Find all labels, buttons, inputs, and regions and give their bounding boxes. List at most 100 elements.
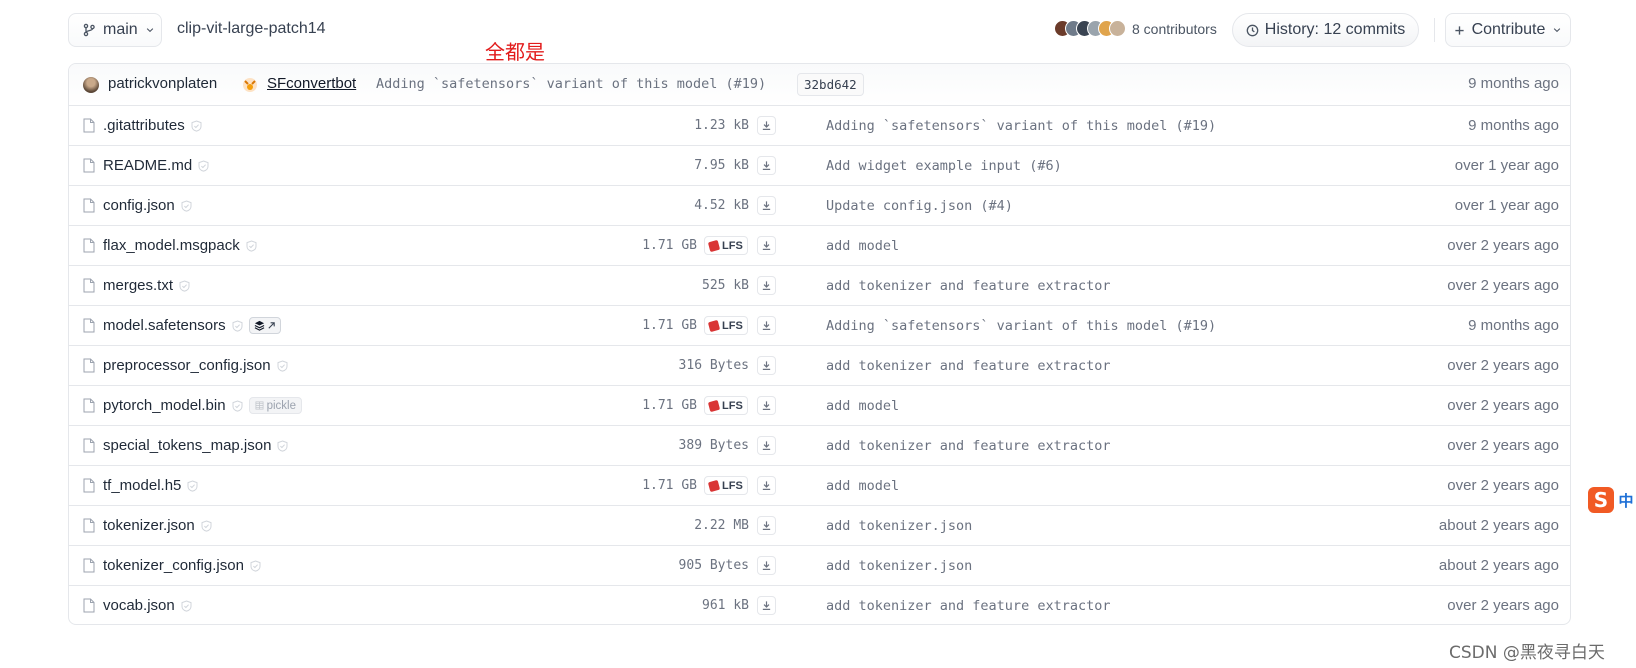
file-commit-message[interactable]: Adding `safetensors` variant of this mod… bbox=[826, 318, 1216, 334]
file-commit-message[interactable]: Update config.json (#4) bbox=[826, 198, 1013, 214]
file-name[interactable]: tokenizer_config.json bbox=[103, 557, 261, 574]
table-row: tf_model.h5 1.71 GB LFS add model over 2 yea… bbox=[69, 466, 1570, 506]
file-name[interactable]: .gitattributes bbox=[103, 117, 202, 134]
file-name-text: special_tokens_map.json bbox=[103, 437, 272, 454]
file-commit-message[interactable]: add tokenizer and feature extractor bbox=[826, 438, 1110, 454]
commit-coauthor[interactable]: SFconvertbot bbox=[267, 75, 356, 92]
pickle-label: pickle bbox=[266, 399, 296, 412]
download-button[interactable] bbox=[757, 596, 776, 615]
file-name[interactable]: pytorch_model.bin pickle bbox=[103, 397, 302, 414]
contributors[interactable]: 8 contributors bbox=[1054, 20, 1217, 37]
branch-selector[interactable]: main bbox=[68, 13, 162, 47]
safetensors-viewer-button[interactable] bbox=[248, 317, 281, 334]
file-commit-time: over 2 years ago bbox=[1447, 277, 1559, 294]
table-row: tokenizer.json 2.22 MB add tokenizer.json a… bbox=[69, 506, 1570, 546]
commit-message[interactable]: Adding `safetensors` variant of this mod… bbox=[376, 76, 766, 92]
ime-label: 中 bbox=[1618, 492, 1633, 510]
commit-author[interactable]: patrickvonplaten bbox=[108, 75, 217, 92]
file-icon bbox=[83, 198, 95, 213]
download-icon bbox=[762, 521, 771, 530]
file-commit-message[interactable]: Adding `safetensors` variant of this mod… bbox=[826, 118, 1216, 134]
download-button[interactable] bbox=[757, 356, 776, 375]
download-button[interactable] bbox=[757, 196, 776, 215]
download-button[interactable] bbox=[757, 436, 776, 455]
file-commit-message[interactable]: add model bbox=[826, 478, 899, 494]
download-button[interactable] bbox=[757, 236, 776, 255]
file-name[interactable]: config.json bbox=[103, 197, 192, 214]
file-name[interactable]: special_tokens_map.json bbox=[103, 437, 288, 454]
file-commit-message[interactable]: add tokenizer and feature extractor bbox=[826, 278, 1110, 294]
download-button[interactable] bbox=[757, 396, 776, 415]
download-button[interactable] bbox=[757, 316, 776, 335]
shield-icon bbox=[232, 319, 243, 332]
file-size: 316 Bytes bbox=[678, 358, 749, 373]
file-name[interactable]: merges.txt bbox=[103, 277, 190, 294]
file-name[interactable]: tokenizer.json bbox=[103, 517, 212, 534]
file-icon bbox=[83, 558, 95, 573]
table-row: tokenizer_config.json 905 Bytes add tokeni… bbox=[69, 546, 1570, 586]
file-name-text: tokenizer_config.json bbox=[103, 557, 244, 574]
lfs-badge[interactable]: LFS bbox=[704, 316, 748, 335]
commit-sha[interactable]: 32bd642 bbox=[797, 73, 864, 96]
file-name-text: vocab.json bbox=[103, 597, 175, 614]
shield-icon bbox=[179, 279, 190, 292]
file-icon bbox=[83, 238, 95, 253]
shield-icon bbox=[181, 199, 192, 212]
download-icon bbox=[762, 601, 771, 610]
file-icon bbox=[83, 358, 95, 373]
file-commit-message[interactable]: add model bbox=[826, 238, 899, 254]
ime-icon[interactable]: S 中 bbox=[1586, 485, 1636, 515]
file-commit-message[interactable]: add tokenizer and feature extractor bbox=[826, 358, 1110, 374]
file-name[interactable]: tf_model.h5 bbox=[103, 477, 198, 494]
download-button[interactable] bbox=[757, 276, 776, 295]
download-icon bbox=[762, 481, 771, 490]
file-commit-message[interactable]: Add widget example input (#6) bbox=[826, 158, 1062, 174]
file-icon bbox=[83, 398, 95, 413]
lfs-badge[interactable]: LFS bbox=[704, 476, 748, 495]
download-button[interactable] bbox=[757, 516, 776, 535]
external-link-icon bbox=[267, 322, 275, 329]
commit-time: 9 months ago bbox=[1468, 75, 1559, 92]
file-commit-message[interactable]: add tokenizer and feature extractor bbox=[826, 598, 1110, 614]
lfs-badge[interactable]: LFS bbox=[704, 396, 748, 415]
download-button[interactable] bbox=[757, 156, 776, 175]
lfs-cube-icon bbox=[707, 239, 721, 252]
repo-path[interactable]: clip-vit-large-patch14 bbox=[177, 20, 326, 38]
file-name[interactable]: model.safetensors bbox=[103, 317, 281, 334]
file-commit-message[interactable]: add model bbox=[826, 398, 899, 414]
table-row: special_tokens_map.json 389 Bytes add toke… bbox=[69, 426, 1570, 466]
file-commit-time: over 1 year ago bbox=[1454, 157, 1559, 174]
file-commit-message[interactable]: add tokenizer.json bbox=[826, 518, 972, 534]
file-name-text: flax_model.msgpack bbox=[103, 237, 240, 254]
lfs-label: LFS bbox=[722, 479, 743, 492]
shield-icon bbox=[277, 439, 288, 452]
shield-icon bbox=[232, 399, 243, 412]
download-button[interactable] bbox=[757, 116, 776, 135]
download-button[interactable] bbox=[757, 556, 776, 575]
lfs-cube-icon bbox=[707, 399, 721, 412]
file-size: 2.22 MB bbox=[694, 518, 749, 533]
table-row: preprocessor_config.json 316 Bytes add tok… bbox=[69, 346, 1570, 386]
svg-text:S: S bbox=[1594, 488, 1608, 512]
download-icon bbox=[762, 441, 771, 450]
file-icon bbox=[83, 158, 95, 173]
lfs-cube-icon bbox=[707, 479, 721, 492]
file-icon bbox=[83, 518, 95, 533]
file-name[interactable]: flax_model.msgpack bbox=[103, 237, 257, 254]
file-name[interactable]: README.md bbox=[103, 157, 209, 174]
repo-toolbar: main clip-vit-large-patch14 8 contributo… bbox=[68, 13, 1571, 47]
download-button[interactable] bbox=[757, 476, 776, 495]
lfs-badge[interactable]: LFS bbox=[704, 236, 748, 255]
contribute-button[interactable]: Contribute bbox=[1445, 13, 1571, 47]
file-name[interactable]: vocab.json bbox=[103, 597, 192, 614]
table-row: .gitattributes 1.23 kB Adding `safetensors… bbox=[69, 106, 1570, 146]
history-label: History: 12 commits bbox=[1264, 21, 1406, 38]
download-icon bbox=[762, 121, 771, 130]
file-name[interactable]: preprocessor_config.json bbox=[103, 357, 288, 374]
file-commit-message[interactable]: add tokenizer.json bbox=[826, 558, 972, 574]
file-size: 4.52 kB bbox=[694, 198, 749, 213]
grid-icon bbox=[255, 401, 264, 410]
history-button[interactable]: History: 12 commits bbox=[1232, 13, 1419, 47]
pickle-badge[interactable]: pickle bbox=[248, 397, 302, 414]
file-size: 1.23 kB bbox=[694, 118, 749, 133]
